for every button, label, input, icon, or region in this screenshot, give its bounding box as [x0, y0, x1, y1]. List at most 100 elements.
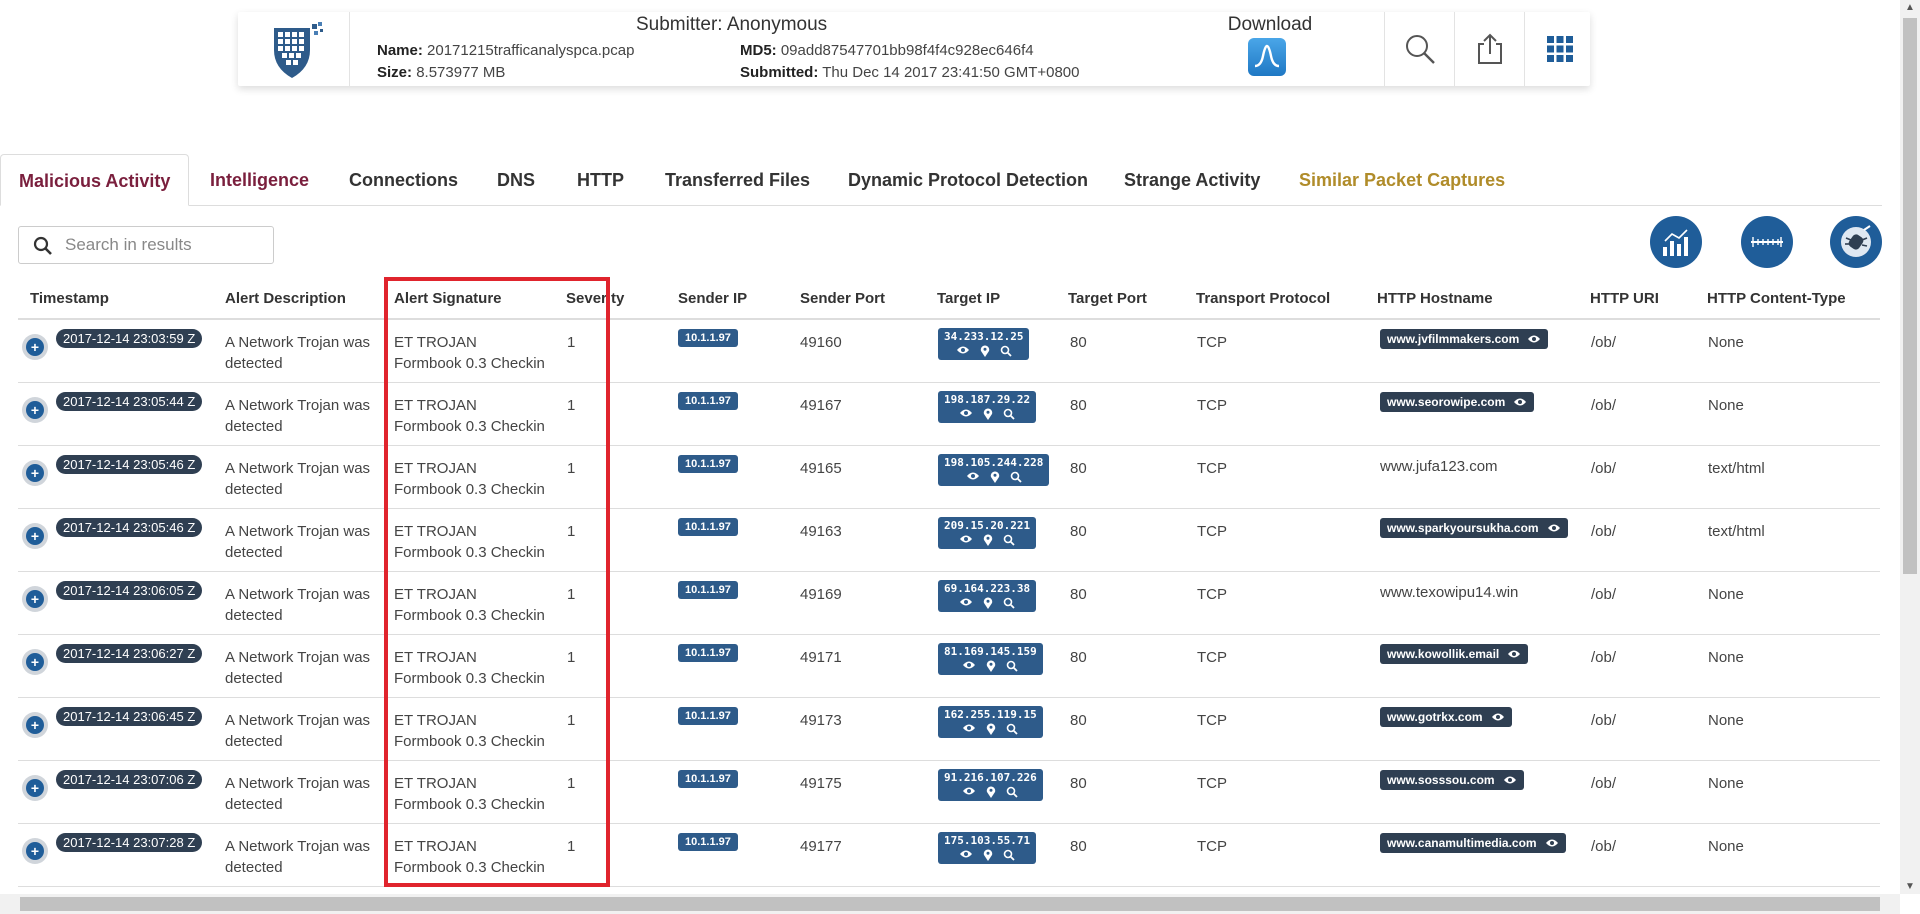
- download-wave-icon[interactable]: [1248, 38, 1286, 76]
- map-pin-icon[interactable]: [986, 786, 996, 798]
- expand-row-button[interactable]: +: [22, 649, 48, 675]
- expand-row-button[interactable]: +: [22, 460, 48, 486]
- map-pin-icon[interactable]: [983, 597, 993, 609]
- tab-transferred-files[interactable]: Transferred Files: [665, 154, 810, 206]
- expand-row-button[interactable]: +: [22, 523, 48, 549]
- map-pin-icon[interactable]: [986, 660, 996, 672]
- apps-button[interactable]: [1526, 12, 1594, 86]
- search-icon[interactable]: [1003, 408, 1015, 420]
- malware-scan-button[interactable]: [1830, 216, 1882, 268]
- col-transport-protocol[interactable]: Transport Protocol: [1196, 290, 1330, 307]
- tab-http[interactable]: HTTP: [577, 154, 624, 206]
- search-button[interactable]: [1386, 12, 1454, 86]
- tab-dns[interactable]: DNS: [497, 154, 535, 206]
- eye-icon[interactable]: [959, 849, 973, 859]
- http-hostname-badge[interactable]: www.jvfilmmakers.com: [1380, 329, 1549, 349]
- eye-icon[interactable]: [1545, 838, 1559, 848]
- target-ip[interactable]: 69.164.223.38: [944, 582, 1030, 595]
- search-icon[interactable]: [1000, 345, 1012, 357]
- share-button[interactable]: [1456, 12, 1524, 86]
- sender-ip-badge[interactable]: 10.1.1.97: [678, 770, 738, 788]
- map-pin-icon[interactable]: [990, 471, 1000, 483]
- search-input[interactable]: [65, 227, 265, 263]
- target-ip[interactable]: 34.233.12.25: [944, 330, 1023, 343]
- col-http-uri[interactable]: HTTP URI: [1590, 290, 1659, 307]
- http-hostname-badge[interactable]: www.sosssou.com: [1380, 770, 1524, 790]
- scroll-down-arrow[interactable]: ▼: [1905, 881, 1915, 892]
- map-pin-icon[interactable]: [983, 849, 993, 861]
- search-icon[interactable]: [1006, 660, 1018, 672]
- horizontal-scroll-thumb[interactable]: [20, 897, 1880, 911]
- scroll-up-arrow[interactable]: ▲: [1905, 2, 1915, 13]
- target-ip[interactable]: 209.15.20.221: [944, 519, 1030, 532]
- sender-ip-badge[interactable]: 10.1.1.97: [678, 644, 738, 662]
- eye-icon[interactable]: [1491, 712, 1505, 722]
- col-timestamp[interactable]: Timestamp: [30, 290, 109, 307]
- col-target-ip[interactable]: Target IP: [937, 290, 1000, 307]
- eye-icon[interactable]: [959, 408, 973, 418]
- eye-icon[interactable]: [956, 345, 970, 355]
- col-sender-ip[interactable]: Sender IP: [678, 290, 747, 307]
- tab-dynamic-protocol-detection[interactable]: Dynamic Protocol Detection: [848, 154, 1088, 206]
- eye-icon[interactable]: [1513, 397, 1527, 407]
- tab-strange-activity[interactable]: Strange Activity: [1124, 154, 1260, 206]
- expand-row-button[interactable]: +: [22, 838, 48, 864]
- search-icon[interactable]: [1003, 534, 1015, 546]
- target-ip[interactable]: 162.255.119.15: [944, 708, 1037, 721]
- map-pin-icon[interactable]: [986, 723, 996, 735]
- expand-row-button[interactable]: +: [22, 334, 48, 360]
- tab-similar-packet-captures[interactable]: Similar Packet Captures: [1299, 154, 1505, 206]
- eye-icon[interactable]: [962, 786, 976, 796]
- search-icon[interactable]: [1003, 597, 1015, 609]
- col-sender-port[interactable]: Sender Port: [800, 290, 885, 307]
- sender-ip-badge[interactable]: 10.1.1.97: [678, 329, 738, 347]
- search-icon[interactable]: [1010, 471, 1022, 483]
- logo-shield[interactable]: [266, 20, 326, 80]
- chart-view-button[interactable]: [1650, 216, 1702, 268]
- col-http-content-type[interactable]: HTTP Content-Type: [1707, 290, 1846, 307]
- eye-icon[interactable]: [966, 471, 980, 481]
- eye-icon[interactable]: [959, 597, 973, 607]
- sender-ip-badge[interactable]: 10.1.1.97: [678, 833, 738, 851]
- eye-icon[interactable]: [962, 660, 976, 670]
- col-alert-description[interactable]: Alert Description: [225, 290, 346, 307]
- map-pin-icon[interactable]: [983, 534, 993, 546]
- col-http-hostname[interactable]: HTTP Hostname: [1377, 290, 1493, 307]
- sender-ip-badge[interactable]: 10.1.1.97: [678, 581, 738, 599]
- eye-icon[interactable]: [959, 534, 973, 544]
- expand-row-button[interactable]: +: [22, 586, 48, 612]
- target-ip[interactable]: 198.187.29.22: [944, 393, 1030, 406]
- eye-icon[interactable]: [1507, 649, 1521, 659]
- sender-ip-badge[interactable]: 10.1.1.97: [678, 455, 738, 473]
- target-ip[interactable]: 175.103.55.71: [944, 834, 1030, 847]
- map-pin-icon[interactable]: [980, 345, 990, 357]
- target-ip[interactable]: 81.169.145.159: [944, 645, 1037, 658]
- expand-row-button[interactable]: +: [22, 712, 48, 738]
- vertical-scrollbar[interactable]: ▲ ▼: [1900, 0, 1920, 894]
- eye-icon[interactable]: [962, 723, 976, 733]
- vertical-scroll-thumb[interactable]: [1903, 18, 1917, 574]
- http-hostname-badge[interactable]: www.canamultimedia.com: [1380, 833, 1566, 853]
- col-target-port[interactable]: Target Port: [1068, 290, 1147, 307]
- expand-row-button[interactable]: +: [22, 397, 48, 423]
- target-ip[interactable]: 198.105.244.228: [944, 456, 1043, 469]
- sender-ip-badge[interactable]: 10.1.1.97: [678, 707, 738, 725]
- http-hostname-badge[interactable]: www.kowollik.email: [1380, 644, 1529, 664]
- timeline-button[interactable]: [1741, 216, 1793, 268]
- sender-ip-badge[interactable]: 10.1.1.97: [678, 392, 738, 410]
- eye-icon[interactable]: [1547, 523, 1561, 533]
- target-ip[interactable]: 91.216.107.226: [944, 771, 1037, 784]
- http-hostname-badge[interactable]: www.seorowipe.com: [1380, 392, 1535, 412]
- search-icon[interactable]: [1003, 849, 1015, 861]
- map-pin-icon[interactable]: [983, 408, 993, 420]
- tab-intelligence[interactable]: Intelligence: [210, 154, 309, 206]
- tab-malicious-activity[interactable]: Malicious Activity: [0, 154, 190, 206]
- horizontal-scrollbar[interactable]: [0, 894, 1900, 914]
- expand-row-button[interactable]: +: [22, 775, 48, 801]
- eye-icon[interactable]: [1503, 775, 1517, 785]
- eye-icon[interactable]: [1527, 334, 1541, 344]
- search-icon[interactable]: [1006, 786, 1018, 798]
- tab-connections[interactable]: Connections: [349, 154, 458, 206]
- search-icon[interactable]: [1006, 723, 1018, 735]
- http-hostname-badge[interactable]: www.sparkyoursukha.com: [1380, 518, 1568, 538]
